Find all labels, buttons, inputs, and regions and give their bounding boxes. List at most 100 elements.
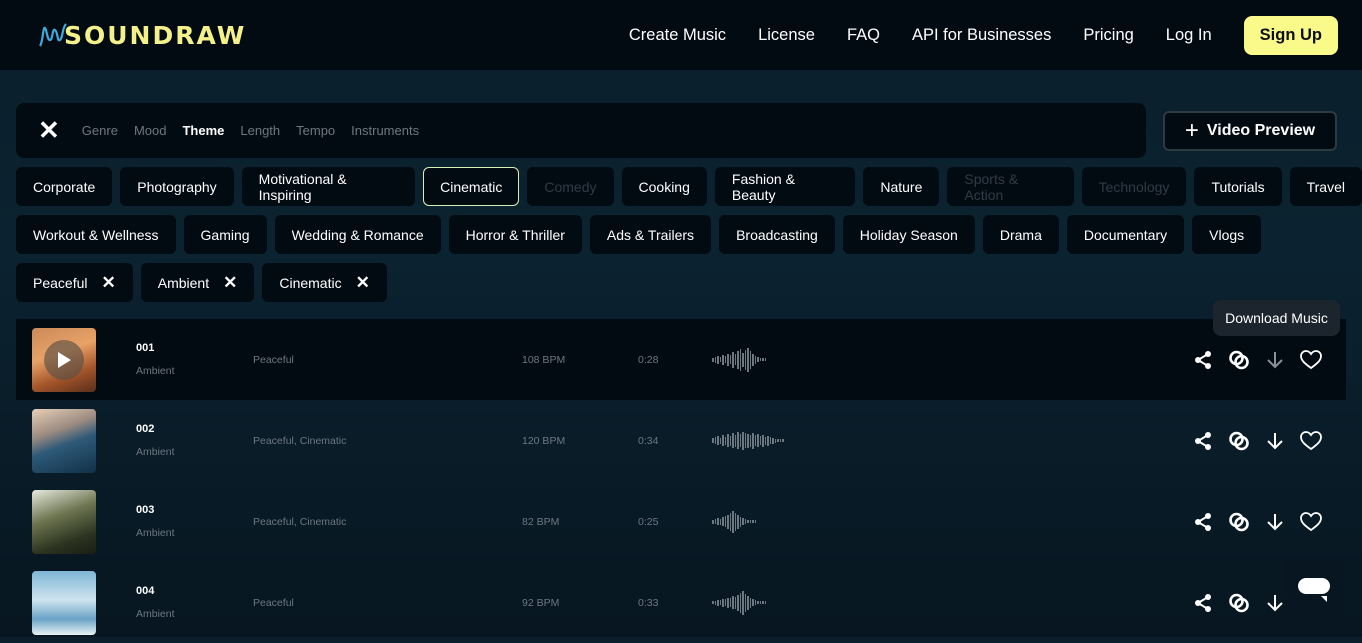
- nav-faq[interactable]: FAQ: [847, 26, 880, 45]
- waveform[interactable]: [712, 345, 766, 375]
- waveform[interactable]: [712, 507, 756, 537]
- nav-login[interactable]: Log In: [1166, 26, 1212, 45]
- track-thumbnail[interactable]: [32, 489, 96, 554]
- play-button[interactable]: [44, 339, 84, 380]
- share-icon[interactable]: [1192, 592, 1214, 614]
- track-actions: [1192, 349, 1322, 371]
- waveform[interactable]: [712, 588, 766, 618]
- track-genre: Ambient: [136, 527, 175, 539]
- theme-chip[interactable]: Tutorials: [1194, 167, 1282, 206]
- track-actions: [1192, 511, 1322, 533]
- remove-icon[interactable]: ✕: [101, 273, 115, 293]
- play-icon: [58, 351, 71, 368]
- tab-theme[interactable]: Theme: [182, 123, 224, 138]
- nav-license[interactable]: License: [758, 26, 815, 45]
- download-tooltip: Download Music: [1213, 300, 1340, 336]
- remove-icon[interactable]: ✕: [223, 273, 237, 293]
- theme-chip[interactable]: Workout & Wellness: [16, 215, 176, 254]
- theme-chip[interactable]: Drama: [982, 215, 1059, 254]
- link-icon[interactable]: [1228, 430, 1250, 452]
- link-icon[interactable]: [1228, 592, 1250, 614]
- theme-chip[interactable]: Comedy: [527, 167, 614, 206]
- remove-icon[interactable]: ✕: [356, 273, 370, 293]
- theme-chip[interactable]: Cooking: [621, 167, 707, 206]
- active-filter-chips: Peaceful ✕ Ambient ✕ Cinematic ✕: [16, 263, 387, 302]
- share-icon[interactable]: [1192, 349, 1214, 371]
- track-thumbnail[interactable]: [32, 327, 96, 392]
- track-row[interactable]: 003 Ambient Peaceful, Cinematic 82 BPM 0:25: [16, 481, 1346, 562]
- track-title[interactable]: 004: [136, 585, 154, 597]
- theme-chips-row-2: Workout & Wellness Gaming Wedding & Romanc…: [16, 215, 1262, 254]
- track-row[interactable]: 001 Ambient Peaceful 108 BPM 0:28: [16, 319, 1346, 400]
- theme-chip[interactable]: Gaming: [183, 215, 267, 254]
- track-actions: [1192, 430, 1322, 452]
- theme-chip[interactable]: Broadcasting: [719, 215, 835, 254]
- track-list: 001 Ambient Peaceful 108 BPM 0:28 002 Ambient P…: [16, 319, 1346, 643]
- download-icon[interactable]: [1264, 430, 1286, 452]
- waveform[interactable]: [712, 426, 784, 456]
- theme-chip[interactable]: Documentary: [1066, 215, 1185, 254]
- theme-chips-row-1: Corporate Photography Motivational & Inspi…: [16, 167, 1362, 206]
- theme-chip[interactable]: Sports & Action: [947, 167, 1074, 206]
- track-title[interactable]: 001: [136, 342, 154, 354]
- video-preview-button[interactable]: + Video Preview: [1163, 111, 1337, 151]
- chat-button[interactable]: [1284, 560, 1344, 620]
- logo-text: SOUNDRAW: [64, 20, 247, 50]
- theme-chip[interactable]: Photography: [120, 167, 234, 206]
- share-icon[interactable]: [1192, 430, 1214, 452]
- tab-mood[interactable]: Mood: [134, 123, 167, 138]
- download-icon[interactable]: [1264, 592, 1286, 614]
- theme-chip[interactable]: Horror & Thriller: [448, 215, 582, 254]
- track-tags: Peaceful: [253, 353, 294, 366]
- link-icon[interactable]: [1228, 511, 1250, 533]
- active-filter-chip[interactable]: Cinematic ✕: [262, 263, 387, 302]
- nav-pricing[interactable]: Pricing: [1083, 26, 1133, 45]
- active-filter-chip[interactable]: Ambient ✕: [140, 263, 255, 302]
- download-icon[interactable]: [1264, 511, 1286, 533]
- theme-chip[interactable]: Fashion & Beauty: [714, 167, 856, 206]
- close-icon[interactable]: ✕: [38, 115, 60, 146]
- nav-api[interactable]: API for Businesses: [912, 26, 1051, 45]
- tab-length[interactable]: Length: [240, 123, 280, 138]
- theme-chip[interactable]: Technology: [1081, 167, 1187, 206]
- track-duration: 0:28: [638, 353, 659, 366]
- theme-chip[interactable]: Corporate: [16, 167, 113, 206]
- track-tags: Peaceful, Cinematic: [253, 515, 347, 528]
- video-preview-label: Video Preview: [1206, 122, 1316, 139]
- link-icon[interactable]: [1228, 349, 1250, 371]
- track-genre: Ambient: [136, 608, 175, 620]
- track-duration: 0:25: [638, 515, 659, 528]
- track-thumbnail[interactable]: [32, 570, 96, 635]
- active-filter-chip[interactable]: Peaceful ✕: [16, 263, 133, 302]
- theme-chip[interactable]: Nature: [863, 167, 940, 206]
- share-icon[interactable]: [1192, 511, 1214, 533]
- theme-chip[interactable]: Wedding & Romance: [274, 215, 441, 254]
- plus-icon: +: [1184, 117, 1199, 144]
- track-genre: Ambient: [136, 365, 175, 377]
- tab-tempo[interactable]: Tempo: [296, 123, 335, 138]
- track-thumbnail[interactable]: [32, 408, 96, 473]
- soundraw-logo[interactable]: SOUNDRAW: [38, 21, 246, 50]
- heart-icon[interactable]: [1300, 511, 1322, 533]
- heart-icon[interactable]: [1300, 430, 1322, 452]
- download-icon[interactable]: [1264, 349, 1286, 371]
- track-title[interactable]: 002: [136, 423, 154, 435]
- theme-chip[interactable]: Holiday Season: [842, 215, 975, 254]
- track-row[interactable]: 004 Ambient Peaceful 92 BPM 0:33: [16, 562, 1346, 643]
- track-title[interactable]: 003: [136, 504, 154, 516]
- tab-genre[interactable]: Genre: [82, 123, 118, 138]
- nav-create-music[interactable]: Create Music: [629, 26, 726, 45]
- theme-chip[interactable]: Ads & Trailers: [589, 215, 712, 254]
- track-row[interactable]: 002 Ambient Peaceful, Cinematic 120 BPM 0:34: [16, 400, 1346, 481]
- tab-instruments[interactable]: Instruments: [351, 123, 419, 138]
- track-actions: [1192, 592, 1286, 614]
- track-duration: 0:34: [638, 434, 659, 447]
- theme-chip[interactable]: Motivational & Inspiring: [241, 167, 416, 206]
- theme-chip[interactable]: Vlogs: [1192, 215, 1262, 254]
- track-tags: Peaceful: [253, 596, 294, 609]
- filter-bar: ✕ Genre Mood Theme Length Tempo Instrume…: [16, 103, 1146, 158]
- heart-icon[interactable]: [1300, 349, 1322, 371]
- theme-chip[interactable]: Cinematic: [423, 167, 520, 206]
- signup-button[interactable]: Sign Up: [1243, 15, 1338, 55]
- theme-chip[interactable]: Travel: [1289, 167, 1362, 206]
